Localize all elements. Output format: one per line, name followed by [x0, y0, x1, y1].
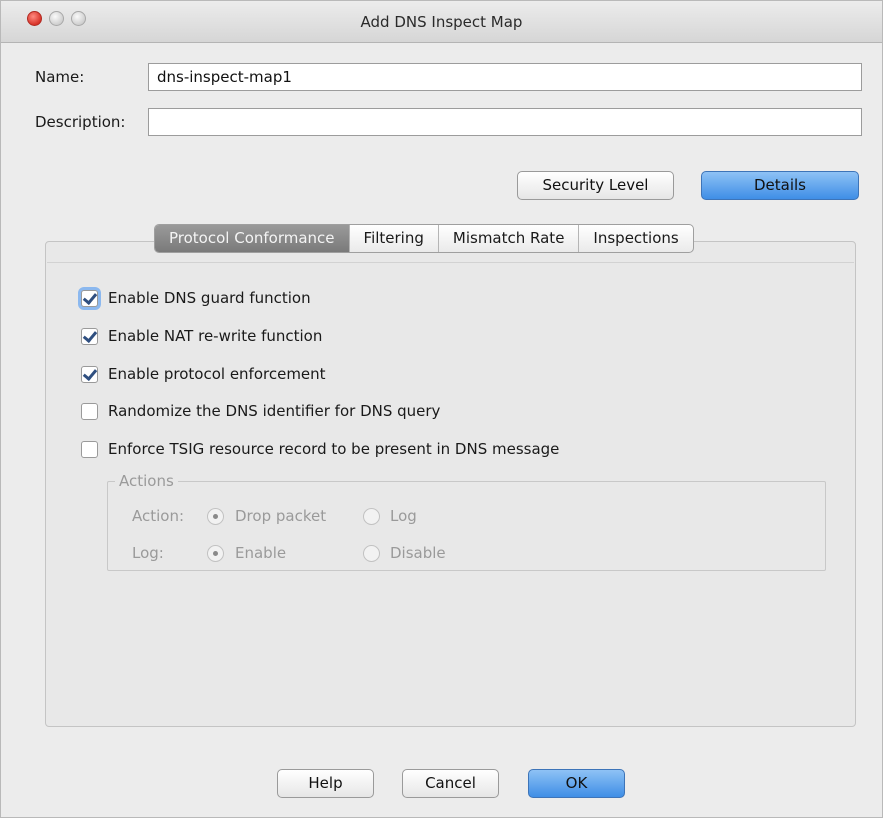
- window-title: Add DNS Inspect Map: [360, 13, 523, 31]
- drop-packet-radio[interactable]: [207, 508, 224, 525]
- name-label: Name:: [35, 68, 85, 86]
- tab-protocol-conformance[interactable]: Protocol Conformance: [155, 225, 349, 252]
- actions-legend: Actions: [115, 472, 178, 490]
- option-protocol-enforcement[interactable]: Enable protocol enforcement: [81, 363, 326, 385]
- tab-inspections[interactable]: Inspections: [578, 225, 692, 252]
- dns-guard-checkbox[interactable]: [81, 289, 98, 307]
- drop-packet-label: Drop packet: [235, 507, 327, 525]
- ok-button[interactable]: OK: [528, 769, 625, 798]
- description-input[interactable]: [148, 108, 862, 136]
- nat-rewrite-checkbox[interactable]: [81, 327, 98, 345]
- description-label: Description:: [35, 113, 126, 131]
- panel-divider: [47, 262, 854, 263]
- security-level-button[interactable]: Security Level: [517, 171, 674, 200]
- protocol-enforcement-checkbox[interactable]: [81, 365, 98, 383]
- option-dns-guard[interactable]: Enable DNS guard function: [81, 287, 311, 309]
- name-input[interactable]: [148, 63, 862, 91]
- option-nat-rewrite[interactable]: Enable NAT re-write function: [81, 325, 322, 347]
- tab-bar: Protocol Conformance Filtering Mismatch …: [154, 224, 694, 253]
- dns-guard-label: Enable DNS guard function: [108, 289, 311, 307]
- protocol-enforcement-label: Enable protocol enforcement: [108, 365, 326, 383]
- tab-filtering[interactable]: Filtering: [348, 225, 438, 252]
- action-label: Action:: [132, 507, 185, 525]
- enforce-tsig-label: Enforce TSIG resource record to be prese…: [108, 440, 560, 458]
- cancel-button[interactable]: Cancel: [402, 769, 499, 798]
- randomize-dns-id-label: Randomize the DNS identifier for DNS que…: [108, 402, 441, 420]
- add-dns-inspect-map-dialog: Add DNS Inspect Map Name: Description: S…: [0, 0, 883, 818]
- help-button[interactable]: Help: [277, 769, 374, 798]
- nat-rewrite-label: Enable NAT re-write function: [108, 327, 323, 345]
- tab-mismatch-rate[interactable]: Mismatch Rate: [437, 225, 579, 252]
- enforce-tsig-checkbox[interactable]: [81, 440, 98, 458]
- option-randomize-dns-id[interactable]: Randomize the DNS identifier for DNS que…: [81, 400, 440, 422]
- log-enable-label: Enable: [235, 544, 287, 562]
- title-bar: Add DNS Inspect Map: [1, 1, 882, 43]
- action-log-radio[interactable]: [363, 508, 380, 525]
- action-log-label: Log: [390, 507, 417, 525]
- randomize-dns-id-checkbox[interactable]: [81, 402, 98, 420]
- details-button[interactable]: Details: [701, 171, 859, 200]
- log-label: Log:: [132, 544, 164, 562]
- option-enforce-tsig[interactable]: Enforce TSIG resource record to be prese…: [81, 438, 559, 460]
- log-enable-radio[interactable]: [207, 545, 224, 562]
- log-disable-radio[interactable]: [363, 545, 380, 562]
- log-disable-label: Disable: [390, 544, 446, 562]
